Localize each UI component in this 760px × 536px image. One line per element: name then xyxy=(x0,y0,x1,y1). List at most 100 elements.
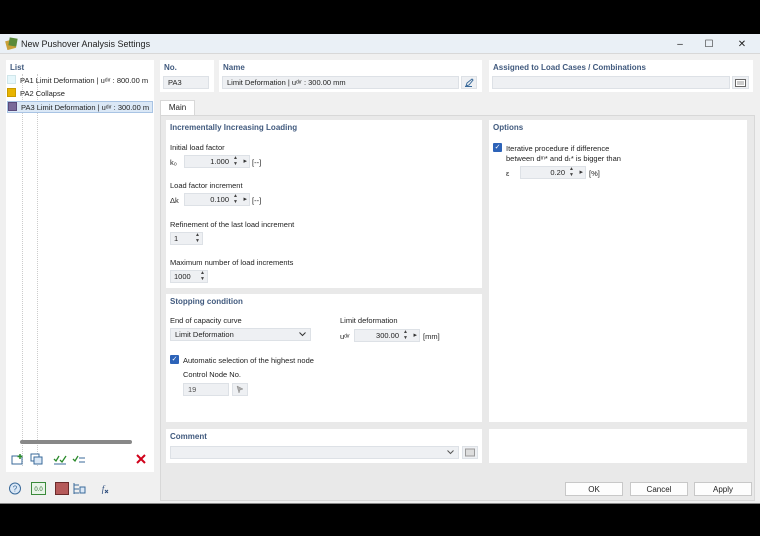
list-item-selected[interactable]: PA3 Limit Deformation | uᵈᶦʳ : 300.00 m xyxy=(7,101,153,113)
list-panel: List xyxy=(6,60,154,472)
color-swatch xyxy=(7,75,16,84)
increment-unit: [--] xyxy=(252,196,262,205)
epsilon-symbol: ε xyxy=(506,169,510,178)
increment-value: 0.100 xyxy=(210,195,229,204)
check-all-button[interactable] xyxy=(52,452,68,466)
end-curve-label: End of capacity curve xyxy=(170,316,242,325)
new-icon xyxy=(11,454,23,465)
options-title: Options xyxy=(493,123,524,132)
assign-button[interactable] xyxy=(732,76,749,89)
name-panel: Name Limit Deformation | uᵈᶦʳ : 300.00 m… xyxy=(219,60,482,92)
limit-spinner[interactable]: 300.00 ▲ ▼ ▸ xyxy=(354,329,420,342)
delete-icon xyxy=(136,454,146,464)
loading-group: Incrementally Increasing Loading Initial… xyxy=(166,120,482,288)
chevron-down-icon xyxy=(299,332,306,337)
control-node-field[interactable]: 19 xyxy=(183,383,229,396)
refine-spinner[interactable]: 1 ▲ ▼ xyxy=(170,232,203,245)
formula-button[interactable]: f xyxy=(95,481,111,495)
close-button[interactable]: ✕ xyxy=(730,36,754,52)
max-spinner[interactable]: 1000 ▲ ▼ xyxy=(170,270,208,283)
minimize-button[interactable]: – xyxy=(668,36,692,52)
end-curve-value: Limit Deformation xyxy=(175,330,234,339)
info-table-icon xyxy=(73,482,86,494)
initial-unit: [--] xyxy=(252,158,262,167)
chevron-down-icon xyxy=(447,450,454,455)
minimize-icon: – xyxy=(677,38,683,50)
step-right-icon: ▸ xyxy=(243,196,247,203)
stopping-group: Stopping condition End of capacity curve… xyxy=(166,294,482,422)
no-panel: No. PA3 xyxy=(160,60,214,92)
cancel-button[interactable]: Cancel xyxy=(630,482,688,496)
uncheck-button[interactable] xyxy=(71,452,87,466)
tree-guide xyxy=(22,74,23,466)
comment-title: Comment xyxy=(170,432,207,441)
options-group: Options ✓ Iterative procedure if differe… xyxy=(489,120,747,422)
name-field[interactable]: Limit Deformation | uᵈᶦʳ : 300.00 mm xyxy=(222,76,459,89)
edit-icon xyxy=(465,78,474,87)
comment-side-panel xyxy=(489,429,747,463)
comment-field[interactable] xyxy=(170,446,459,459)
color-icon xyxy=(55,481,69,495)
name-label: Name xyxy=(223,63,245,72)
loading-title: Incrementally Increasing Loading xyxy=(170,123,298,132)
spin-arrows-icon: ▲ ▼ xyxy=(233,193,238,205)
limit-label: Limit deformation xyxy=(340,316,398,325)
list-item-name: Collapse xyxy=(35,89,65,98)
list-item-code: PA1 xyxy=(20,76,34,85)
comment-edit-button[interactable] xyxy=(462,446,478,459)
refine-label: Refinement of the last load increment xyxy=(170,220,295,229)
list-item[interactable]: PA1 Limit Deformation | uᵈᶦʳ : 800.00 m xyxy=(7,75,153,87)
title-bar: New Pushover Analysis Settings – ☐ ✕ xyxy=(0,34,760,54)
control-node-label: Control Node No. xyxy=(183,370,241,379)
copy-icon xyxy=(30,453,43,465)
assigned-panel: Assigned to Load Cases / Combinations xyxy=(489,60,753,92)
list-item-code: PA2 xyxy=(20,89,34,98)
end-curve-dropdown[interactable]: Limit Deformation xyxy=(170,328,311,341)
assigned-field[interactable] xyxy=(492,76,730,89)
spin-arrows-icon: ▲ ▼ xyxy=(200,270,205,282)
info-button[interactable] xyxy=(71,481,87,495)
units-icon: 0.0 xyxy=(30,481,46,495)
epsilon-value: 0.20 xyxy=(550,168,565,177)
dialog-window: New Pushover Analysis Settings – ☐ ✕ Lis… xyxy=(0,34,760,504)
no-field[interactable]: PA3 xyxy=(163,76,209,89)
stopping-title: Stopping condition xyxy=(170,297,243,306)
ok-button[interactable]: OK xyxy=(565,482,623,496)
copy-item-button[interactable] xyxy=(29,452,45,466)
initial-value: 1.000 xyxy=(210,157,229,166)
list-item-code: PA3 xyxy=(21,103,35,112)
increment-spinner[interactable]: 0.100 ▲ ▼ ▸ xyxy=(184,193,250,206)
apply-button[interactable]: Apply xyxy=(694,482,752,496)
comment-group: Comment xyxy=(166,429,482,463)
epsilon-unit: [%] xyxy=(589,169,600,178)
max-value: 1000 xyxy=(174,272,191,281)
window-title: New Pushover Analysis Settings xyxy=(21,39,151,49)
auto-node-label: Automatic selection of the highest node xyxy=(183,356,314,365)
epsilon-spinner[interactable]: 0.20 ▲ ▼ ▸ xyxy=(520,166,586,179)
delete-button[interactable] xyxy=(133,452,149,466)
new-item-button[interactable] xyxy=(10,452,26,466)
help-icon: ? xyxy=(9,482,21,494)
maximize-button[interactable]: ☐ xyxy=(697,36,721,52)
limit-unit: [mm] xyxy=(423,332,440,341)
iterative-checkbox[interactable]: ✓ xyxy=(493,143,502,152)
step-right-icon: ▸ xyxy=(579,169,583,176)
pick-node-button[interactable] xyxy=(232,383,248,396)
maximize-icon: ☐ xyxy=(704,38,714,50)
iterative-label-1: Iterative procedure if difference xyxy=(506,144,610,153)
tab-main[interactable]: Main xyxy=(160,100,195,115)
edit-name-button[interactable] xyxy=(461,76,477,89)
check-all-icon xyxy=(53,455,67,465)
units-button[interactable]: 0.0 xyxy=(30,481,46,495)
color-swatch xyxy=(8,102,17,111)
list-item[interactable]: PA2 Collapse xyxy=(7,88,153,100)
auto-node-checkbox[interactable]: ✓ xyxy=(170,355,179,364)
initial-spinner[interactable]: 1.000 ▲ ▼ ▸ xyxy=(184,155,250,168)
horizontal-scrollbar[interactable] xyxy=(20,440,132,444)
initial-label: Initial load factor xyxy=(170,143,225,152)
comment-icon xyxy=(465,448,475,457)
pick-arrow-icon xyxy=(236,385,244,394)
color-button[interactable] xyxy=(54,481,70,495)
help-button[interactable]: ? xyxy=(7,481,23,495)
formula-icon: f xyxy=(102,484,109,494)
